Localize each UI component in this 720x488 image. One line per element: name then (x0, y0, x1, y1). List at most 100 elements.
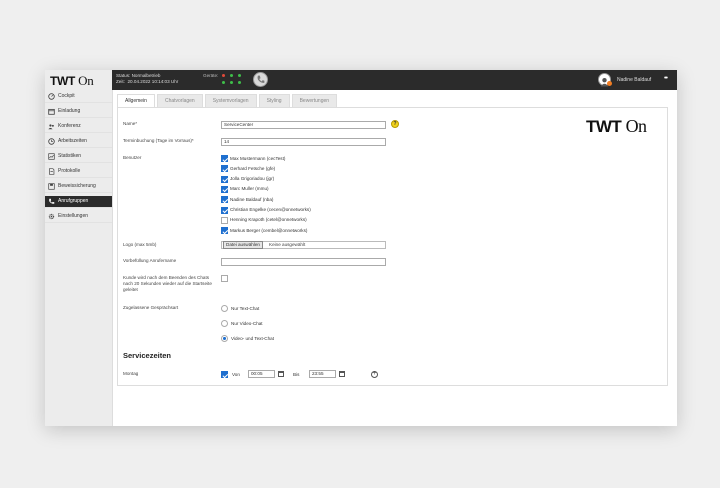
calendar-icon (48, 108, 55, 115)
device-status-icon (238, 81, 241, 84)
radio-video-only[interactable] (221, 320, 228, 327)
user-checkbox-label: Jolla Grigoriadou (jgr) (230, 176, 275, 182)
monday-checkbox[interactable] (221, 371, 228, 378)
choose-file-button[interactable]: Datei auswählen (223, 241, 263, 249)
sidebar-nav: Cockpit Einladung Konferenz Arbeitszeite… (45, 91, 112, 226)
calendar-icon[interactable] (339, 371, 345, 377)
phone-icon (257, 75, 265, 83)
help-icon[interactable]: ? (391, 120, 399, 128)
status-label: Status: (116, 73, 131, 78)
sidebar-item-arbeitszeiten[interactable]: Arbeitszeiten (45, 136, 112, 148)
device-phone-button[interactable] (253, 72, 268, 87)
log-icon (48, 168, 55, 175)
name-input[interactable]: ServiceCenter (221, 121, 386, 129)
sidebar-item-label: Arbeitszeiten (58, 138, 87, 145)
tab-chatvorlagen[interactable]: Chatvorlagen (156, 94, 203, 107)
user-checkbox-label: Markus Berger (cembel@onnetworks) (230, 227, 308, 233)
booking-label: Terminbuchung (Tage im Vorraus)* (123, 138, 194, 143)
to-time-input[interactable]: 23:55 (309, 370, 336, 378)
tab-allgemein[interactable]: Allgemein (117, 94, 155, 107)
save-icon (48, 183, 55, 190)
dashboard-icon (48, 93, 55, 100)
prefill-input[interactable] (221, 258, 386, 266)
sidebar-item-label: Statistiken (58, 153, 82, 160)
device-status-icon (230, 81, 233, 84)
app-logo[interactable]: TWT On (50, 73, 94, 89)
logo-suffix: On (78, 73, 94, 88)
sidebar-item-statistiken[interactable]: Statistiken (45, 151, 112, 163)
redirect-label: Kunde wird nach dem Beenden des Chats na… (123, 275, 212, 292)
user-checkbox-label: Henning Krapoth (cetel@onnetworks) (230, 217, 307, 223)
radio-label: Nur Video-Chat (231, 321, 263, 326)
booking-days-input[interactable]: 14 (221, 138, 386, 146)
user-checkbox-label: Nadine Baldauf (nba) (230, 196, 274, 202)
brand-suffix: On (625, 116, 648, 136)
more-menu-button[interactable]: •• (664, 75, 668, 82)
to-label: Bis (293, 372, 300, 377)
tab-bewertungen[interactable]: Bewertungen (291, 94, 338, 107)
user-checkbox[interactable] (221, 216, 228, 224)
device-status-icon (230, 74, 233, 77)
gear-icon (48, 213, 55, 220)
brand-logo: TWT On (586, 116, 647, 137)
sidebar-item-anrufgruppen[interactable]: Anrufgruppen (45, 196, 112, 208)
sidebar-item-beweissicherung[interactable]: Beweissicherung (45, 181, 112, 193)
sidebar-item-label: Anrufgruppen (58, 198, 89, 205)
from-label: Von (232, 372, 240, 377)
logo-main: TWT (50, 74, 76, 88)
status-value: Normalbetrieb (131, 73, 161, 78)
user-checkbox-label: Christian Engelke (cecen@onnetworks) (230, 207, 311, 212)
devices-label: Geräte: (203, 73, 219, 78)
sidebar-item-label: Einstellungen (58, 213, 89, 220)
sidebar-item-label: Beweissicherung (58, 183, 96, 190)
clock-icon (48, 138, 55, 145)
notification-badge (607, 81, 612, 86)
add-time-slot-icon[interactable]: + (371, 371, 378, 378)
device-status-icon (222, 81, 225, 84)
file-status: Keine ausgewählt (269, 242, 306, 247)
user-checkbox[interactable] (221, 206, 228, 214)
sidebar-item-konferenz[interactable]: Konferenz (45, 121, 112, 133)
radio-label: Nur Text-Chat (231, 306, 260, 311)
prefill-label: Vorbefüllung Anrufername (123, 258, 177, 263)
device-status-icon (222, 74, 225, 77)
sidebar: TWT On Cockpit Einladung Konferenz Arbei… (45, 70, 113, 426)
chart-icon (48, 153, 55, 160)
day-label: Montag (123, 371, 139, 376)
radio-label: Video- und Text-Chat (231, 336, 274, 341)
sidebar-item-cockpit[interactable]: Cockpit (45, 91, 112, 103)
phone-icon (48, 198, 55, 205)
redirect-checkbox[interactable] (221, 275, 228, 282)
top-bar: Status: Normalbetrieb Zeit: 20.04.2022 1… (112, 70, 677, 90)
time-label: Zeit: (116, 79, 125, 84)
tab-systemvorlagen[interactable]: Systemvorlagen (204, 94, 257, 107)
user-name[interactable]: Nadine Baldauf (617, 77, 651, 83)
calendar-icon[interactable] (278, 371, 284, 377)
sidebar-item-einladung[interactable]: Einladung (45, 106, 112, 118)
user-checkbox[interactable] (221, 185, 228, 193)
sidebar-item-label: Protokolle (58, 168, 81, 175)
radio-text-only[interactable] (221, 305, 228, 312)
user-checkbox[interactable] (221, 155, 228, 162)
name-label: Name* (123, 121, 138, 126)
user-checkbox[interactable] (221, 165, 228, 173)
app-window: TWT On Cockpit Einladung Konferenz Arbei… (45, 70, 677, 426)
user-checkbox[interactable] (221, 196, 228, 204)
user-checkbox[interactable] (221, 227, 228, 235)
sidebar-item-einstellungen[interactable]: Einstellungen (45, 211, 112, 223)
from-time-input[interactable]: 00:05 (248, 370, 275, 378)
sidebar-item-protokolle[interactable]: Protokolle (45, 166, 112, 178)
radio-video-and-text[interactable] (221, 335, 228, 342)
user-checkbox[interactable] (221, 175, 228, 183)
user-checkbox-label: Max Mustermann (cecTest) (230, 155, 286, 161)
tab-styling[interactable]: Styling (258, 94, 290, 107)
system-status: Status: Normalbetrieb Zeit: 20.04.2022 1… (116, 73, 178, 85)
tab-bar: Allgemein Chatvorlagen Systemvorlagen St… (117, 94, 339, 107)
device-status-icon (238, 74, 241, 77)
user-checkbox-label: Gerhard Fetsche (gfe) (230, 165, 276, 171)
brand-main: TWT (586, 117, 622, 136)
users-label: Benutzer (123, 155, 142, 160)
conversation-type-label: Zugelassene Gesprächsart (123, 305, 179, 310)
sidebar-item-label: Konferenz (58, 123, 81, 130)
logo-upload-label: Logo (max 5mb) (123, 242, 157, 247)
